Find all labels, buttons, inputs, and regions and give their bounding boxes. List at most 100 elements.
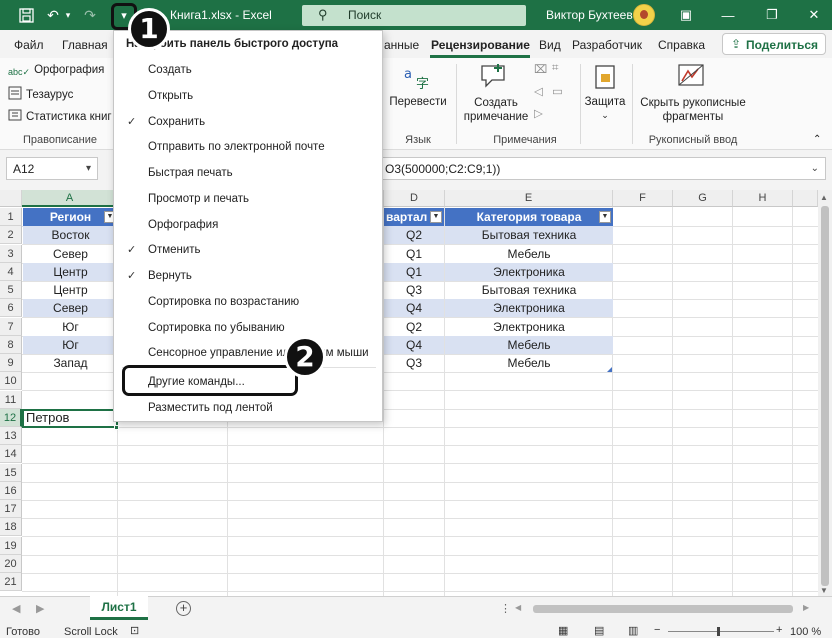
- page-break-icon[interactable]: ▥: [628, 624, 638, 637]
- category-cell[interactable]: Бытовая техника: [445, 281, 613, 299]
- horizontal-scroll-thumb[interactable]: [533, 605, 793, 613]
- category-cell[interactable]: Бытовая техника: [445, 226, 613, 245]
- collapse-ribbon-icon[interactable]: ⌃: [813, 134, 821, 145]
- scroll-up-icon[interactable]: ▲: [820, 193, 828, 202]
- select-all-corner[interactable]: [0, 190, 22, 207]
- menu-item[interactable]: Просмотр и печать: [115, 187, 381, 211]
- row-header[interactable]: 17: [0, 500, 22, 518]
- show-comments-icon[interactable]: ⌗: [552, 62, 558, 75]
- tab-developer[interactable]: Разработчик: [572, 38, 642, 52]
- region-cell[interactable]: Центр: [23, 281, 118, 299]
- avatar[interactable]: [633, 4, 655, 26]
- workbook-stats-button[interactable]: Статистика книг: [8, 108, 112, 123]
- row-header[interactable]: 7: [0, 317, 22, 336]
- accessibility-icon[interactable]: ⊡: [130, 624, 139, 637]
- add-sheet-button[interactable]: +: [176, 601, 191, 616]
- minimize-button[interactable]: —: [706, 0, 750, 30]
- region-cell[interactable]: Юг: [23, 318, 118, 336]
- region-cell[interactable]: Юг: [23, 335, 118, 354]
- header-cell-region[interactable]: Регион ▼: [23, 208, 118, 226]
- category-cell[interactable]: Электроника: [445, 262, 613, 281]
- scroll-right-icon[interactable]: ▶: [803, 603, 809, 612]
- scroll-down-icon[interactable]: ▼: [820, 586, 828, 595]
- filter-dropdown-icon[interactable]: ▼: [430, 211, 442, 223]
- show-all-comments-icon[interactable]: ▭: [552, 84, 563, 98]
- undo-icon[interactable]: ↶: [42, 0, 64, 30]
- region-cell[interactable]: Север: [23, 245, 118, 263]
- column-header[interactable]: A: [22, 190, 118, 207]
- menu-item[interactable]: ✓ Вернуть: [115, 264, 381, 288]
- protect-dropdown-icon[interactable]: ⌄: [580, 110, 630, 121]
- category-cell[interactable]: Мебель: [445, 245, 613, 263]
- undo-dropdown-icon[interactable]: ▾: [62, 0, 74, 30]
- menu-item[interactable]: Быстрая печать: [115, 161, 381, 185]
- prev-sheet-icon[interactable]: ◀: [12, 602, 20, 615]
- row-header[interactable]: 18: [0, 518, 22, 537]
- tab-review[interactable]: Рецензирование: [431, 38, 530, 52]
- menu-item[interactable]: Разместить под лентой: [115, 396, 381, 420]
- next-sheet-icon[interactable]: ▶: [36, 602, 44, 615]
- zoom-level[interactable]: 100 %: [790, 626, 821, 638]
- column-header[interactable]: E: [445, 190, 613, 207]
- translate-button[interactable]: Перевести: [388, 96, 448, 108]
- region-cell[interactable]: Запад: [23, 354, 118, 372]
- normal-view-icon[interactable]: ▦: [558, 624, 568, 637]
- zoom-slider[interactable]: [668, 631, 774, 632]
- row-header[interactable]: 3: [0, 244, 22, 263]
- close-button[interactable]: ✕: [792, 0, 832, 30]
- expand-formula-icon[interactable]: ⌄: [811, 163, 819, 174]
- zoom-out-icon[interactable]: −: [654, 624, 660, 636]
- save-icon[interactable]: [12, 0, 40, 30]
- category-cell[interactable]: Мебель: [445, 335, 613, 354]
- row-header[interactable]: 15: [0, 463, 22, 482]
- horizontal-scrollbar[interactable]: ◀ ▶: [513, 602, 813, 616]
- next-comment-icon[interactable]: ▷: [534, 106, 543, 120]
- row-header[interactable]: 12: [0, 408, 22, 427]
- row-header[interactable]: 16: [0, 481, 22, 500]
- tab-data[interactable]: анные: [384, 38, 419, 52]
- column-header[interactable]: [793, 190, 818, 207]
- thesaurus-button[interactable]: Тезаурус: [8, 86, 73, 101]
- column-header[interactable]: D: [384, 190, 445, 207]
- menu-item[interactable]: Отправить по электронной почте: [115, 135, 381, 159]
- formula-input[interactable]: O3(500000;C2:C9;1)) ⌄: [380, 157, 826, 180]
- hide-ink-button[interactable]: Скрыть рукописные фрагменты: [638, 96, 748, 124]
- quarter-cell[interactable]: Q2: [384, 318, 444, 336]
- quarter-cell[interactable]: Q1: [384, 262, 444, 281]
- row-header[interactable]: 21: [0, 573, 22, 591]
- share-button[interactable]: ⇪ Поделиться: [722, 33, 826, 55]
- column-header[interactable]: G: [673, 190, 733, 207]
- header-cell-category[interactable]: Категория товара ▼: [445, 208, 613, 226]
- menu-item[interactable]: Орфография: [115, 213, 381, 237]
- new-comment-button[interactable]: Создать примечание: [460, 96, 532, 124]
- tab-home[interactable]: Главная: [62, 38, 108, 52]
- active-cell[interactable]: Петров: [22, 409, 118, 428]
- name-box[interactable]: A12 ▾: [6, 157, 98, 180]
- quarter-cell[interactable]: Q3: [384, 281, 444, 299]
- quarter-cell[interactable]: Q4: [384, 299, 444, 318]
- region-cell[interactable]: Север: [23, 299, 118, 318]
- row-header[interactable]: 13: [0, 427, 22, 445]
- row-header[interactable]: 10: [0, 372, 22, 391]
- previous-comment-icon[interactable]: ◁: [534, 84, 543, 98]
- quarter-cell[interactable]: Q3: [384, 354, 444, 372]
- spelling-button[interactable]: abc✓ Орфография: [8, 64, 104, 81]
- row-header[interactable]: 11: [0, 390, 22, 409]
- menu-item[interactable]: ✓ Отменить: [115, 238, 381, 262]
- row-header[interactable]: 4: [0, 262, 22, 281]
- menu-item[interactable]: Создать: [115, 58, 381, 82]
- column-header[interactable]: F: [613, 190, 673, 207]
- row-header[interactable]: 6: [0, 299, 22, 318]
- quarter-cell[interactable]: Q1: [384, 245, 444, 263]
- ribbon-display-icon[interactable]: ▣: [664, 0, 708, 30]
- row-header[interactable]: 8: [0, 335, 22, 354]
- restore-button[interactable]: ❐: [750, 0, 794, 30]
- row-header[interactable]: 5: [0, 281, 22, 299]
- fill-handle[interactable]: [114, 425, 119, 430]
- menu-item[interactable]: Сортировка по возрастанию: [115, 290, 381, 314]
- row-header[interactable]: 1: [0, 208, 22, 226]
- row-header[interactable]: 14: [0, 445, 22, 464]
- tab-split-icon[interactable]: ⋮: [500, 602, 511, 615]
- filter-dropdown-icon[interactable]: ▼: [599, 211, 611, 223]
- column-header[interactable]: H: [733, 190, 793, 207]
